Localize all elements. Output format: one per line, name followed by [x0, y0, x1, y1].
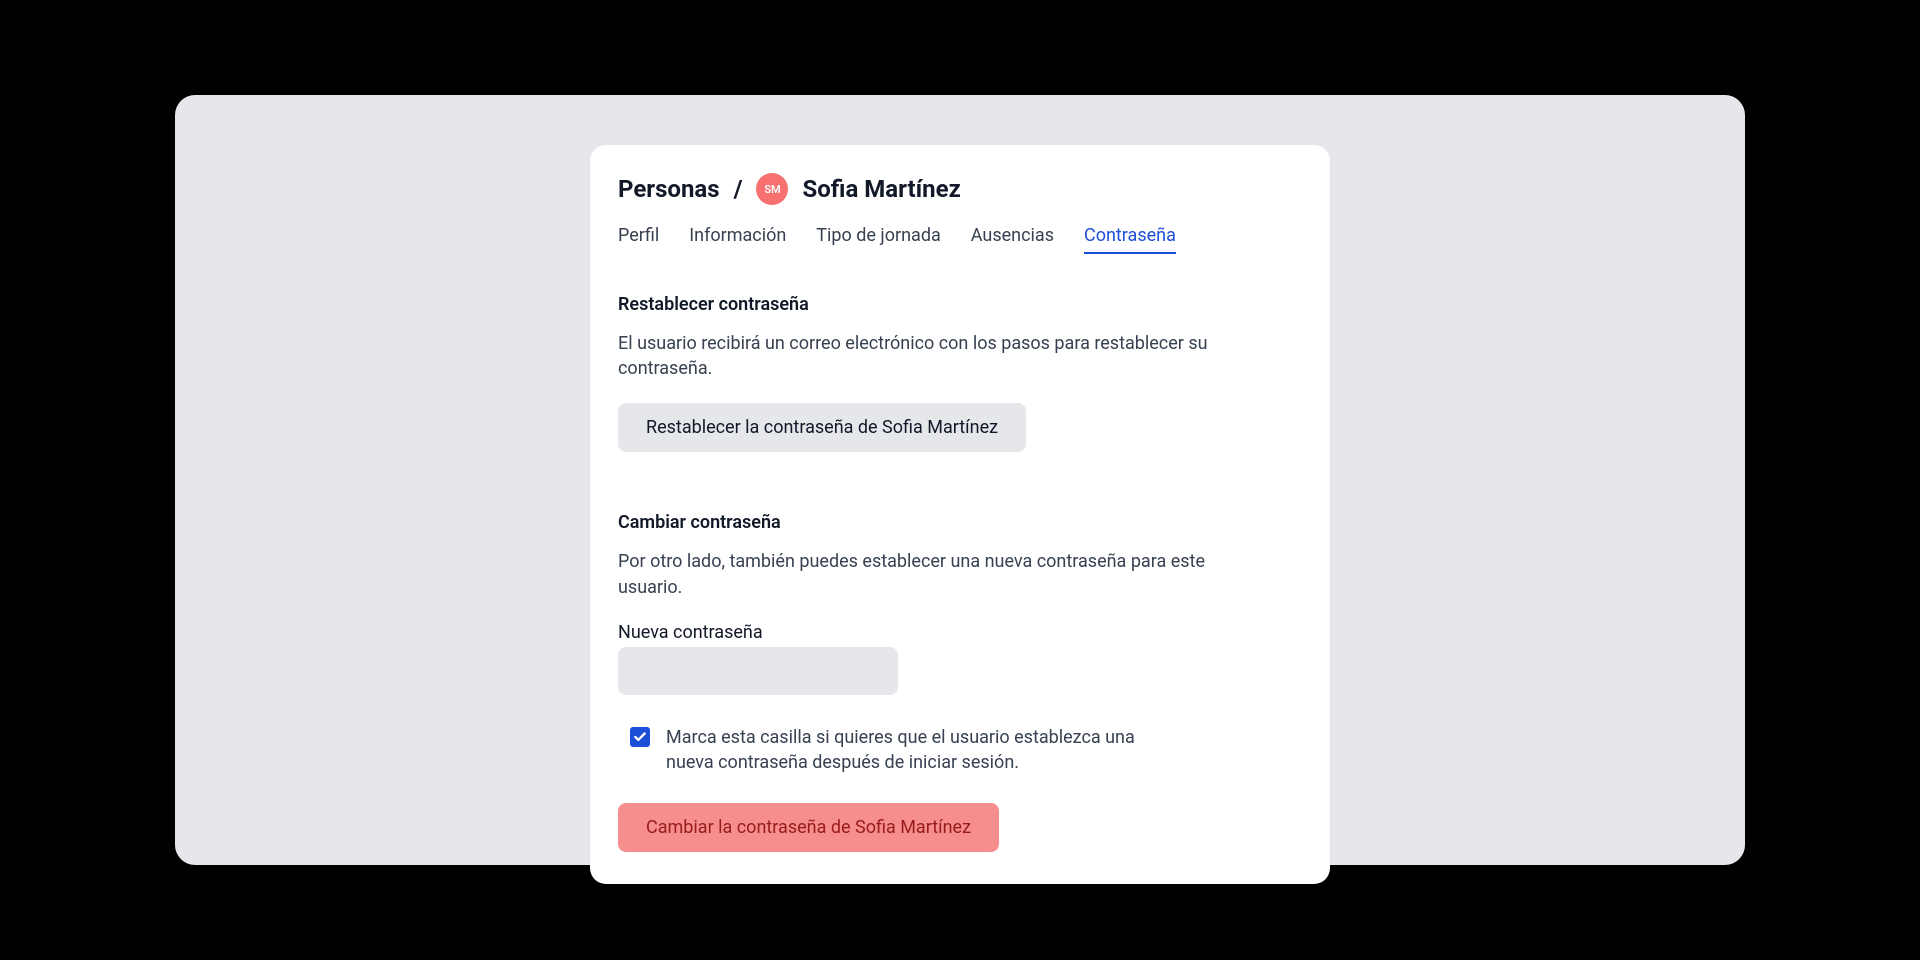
change-description: Por otro lado, también puedes establecer… [618, 549, 1238, 599]
breadcrumb: Personas / SM Sofia Martínez [618, 173, 1302, 205]
tab-absences[interactable]: Ausencias [971, 225, 1054, 254]
new-password-label: Nueva contraseña [618, 622, 1302, 643]
avatar: SM [756, 173, 788, 205]
force-reset-checkbox[interactable] [630, 727, 650, 747]
tab-info[interactable]: Información [689, 225, 786, 254]
reset-description: El usuario recibirá un correo electrónic… [618, 331, 1238, 381]
breadcrumb-person-name: Sofia Martínez [802, 175, 960, 203]
force-reset-row: Marca esta casilla si quieres que el usu… [618, 725, 1302, 775]
change-title: Cambiar contraseña [618, 512, 1302, 533]
reset-password-button[interactable]: Restablecer la contraseña de Sofia Martí… [618, 403, 1026, 452]
change-password-section: Cambiar contraseña Por otro lado, tambié… [618, 512, 1302, 852]
tabs: Perfil Información Tipo de jornada Ausen… [618, 225, 1302, 254]
breadcrumb-separator: / [734, 175, 743, 203]
settings-card: Personas / SM Sofia Martínez Perfil Info… [590, 145, 1330, 884]
breadcrumb-root[interactable]: Personas [618, 175, 720, 203]
page-background: Personas / SM Sofia Martínez Perfil Info… [175, 95, 1745, 865]
reset-password-section: Restablecer contraseña El usuario recibi… [618, 294, 1302, 452]
reset-title: Restablecer contraseña [618, 294, 1302, 315]
change-password-button[interactable]: Cambiar la contraseña de Sofia Martínez [618, 803, 999, 852]
force-reset-label: Marca esta casilla si quieres que el usu… [666, 725, 1166, 775]
new-password-input[interactable] [618, 647, 898, 695]
tab-password[interactable]: Contraseña [1084, 225, 1176, 254]
check-icon [633, 730, 647, 744]
tab-profile[interactable]: Perfil [618, 225, 659, 254]
tab-schedule[interactable]: Tipo de jornada [816, 225, 940, 254]
